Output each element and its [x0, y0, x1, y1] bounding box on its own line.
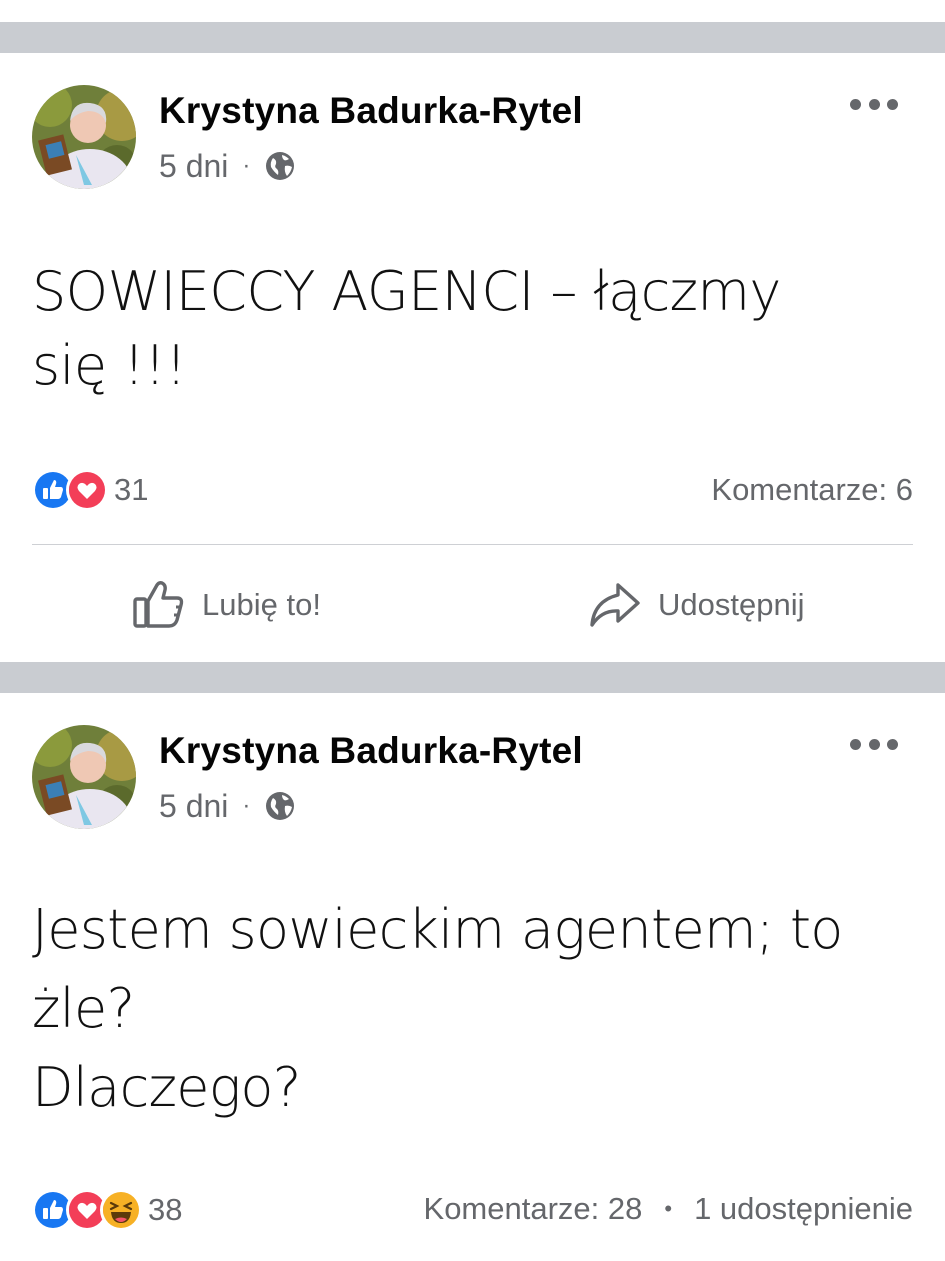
reactions-summary[interactable]: 38: [32, 1188, 182, 1232]
author-name[interactable]: Krystyna Badurka-Rytel: [159, 730, 583, 772]
actions-divider: [32, 544, 913, 545]
reactions-summary[interactable]: 31: [32, 468, 148, 512]
post-meta: 5 dni ·: [159, 146, 296, 186]
share-button[interactable]: Udostępnij: [588, 575, 804, 635]
reaction-count: 38: [148, 1192, 183, 1227]
like-button-label: Lubię to!: [202, 587, 321, 622]
globe-icon: [264, 790, 296, 822]
author-name[interactable]: Krystyna Badurka-Rytel: [159, 90, 583, 132]
author-avatar[interactable]: [32, 85, 136, 189]
post-meta: 5 dni ·: [159, 786, 296, 826]
feed-separator: [0, 662, 945, 693]
comments-count[interactable]: Komentarze: 28: [424, 1191, 643, 1227]
post-text: SOWIECCY AGENCI – łączmy się !!!: [32, 260, 781, 397]
stats-bullet: •: [664, 1196, 673, 1221]
post-stats: Komentarze: 6: [711, 472, 913, 508]
like-button[interactable]: Lubię to!: [132, 575, 321, 635]
feed-post: Krystyna Badurka-Rytel 5 dni · SOWIECCY …: [0, 53, 945, 662]
post-time[interactable]: 5 dni: [159, 148, 228, 185]
post-time[interactable]: 5 dni: [159, 788, 228, 825]
comments-count[interactable]: Komentarze: 6: [711, 472, 913, 508]
feed-separator: [0, 22, 945, 53]
post-text: Jestem sowieckim agentem; to żle? Dlacze…: [32, 898, 843, 1119]
reaction-count: 31: [114, 472, 149, 507]
feed-post: Krystyna Badurka-Rytel 5 dni · Jestem so…: [0, 693, 945, 1261]
post-stats: Komentarze: 28 • 1 udostępnienie: [424, 1191, 913, 1227]
love-reaction-icon: [66, 469, 108, 511]
shares-count[interactable]: 1 udostępnienie: [694, 1191, 913, 1227]
share-button-label: Udostępnij: [658, 587, 805, 622]
post-options-icon[interactable]: [850, 91, 898, 117]
author-avatar[interactable]: [32, 725, 136, 829]
thumbs-up-icon: [133, 581, 184, 628]
meta-separator: ·: [242, 792, 251, 819]
meta-separator: ·: [242, 152, 251, 179]
globe-icon: [264, 150, 296, 182]
haha-reaction-icon: [100, 1189, 142, 1231]
post-options-icon[interactable]: [850, 731, 898, 757]
share-arrow-icon: [590, 583, 640, 627]
